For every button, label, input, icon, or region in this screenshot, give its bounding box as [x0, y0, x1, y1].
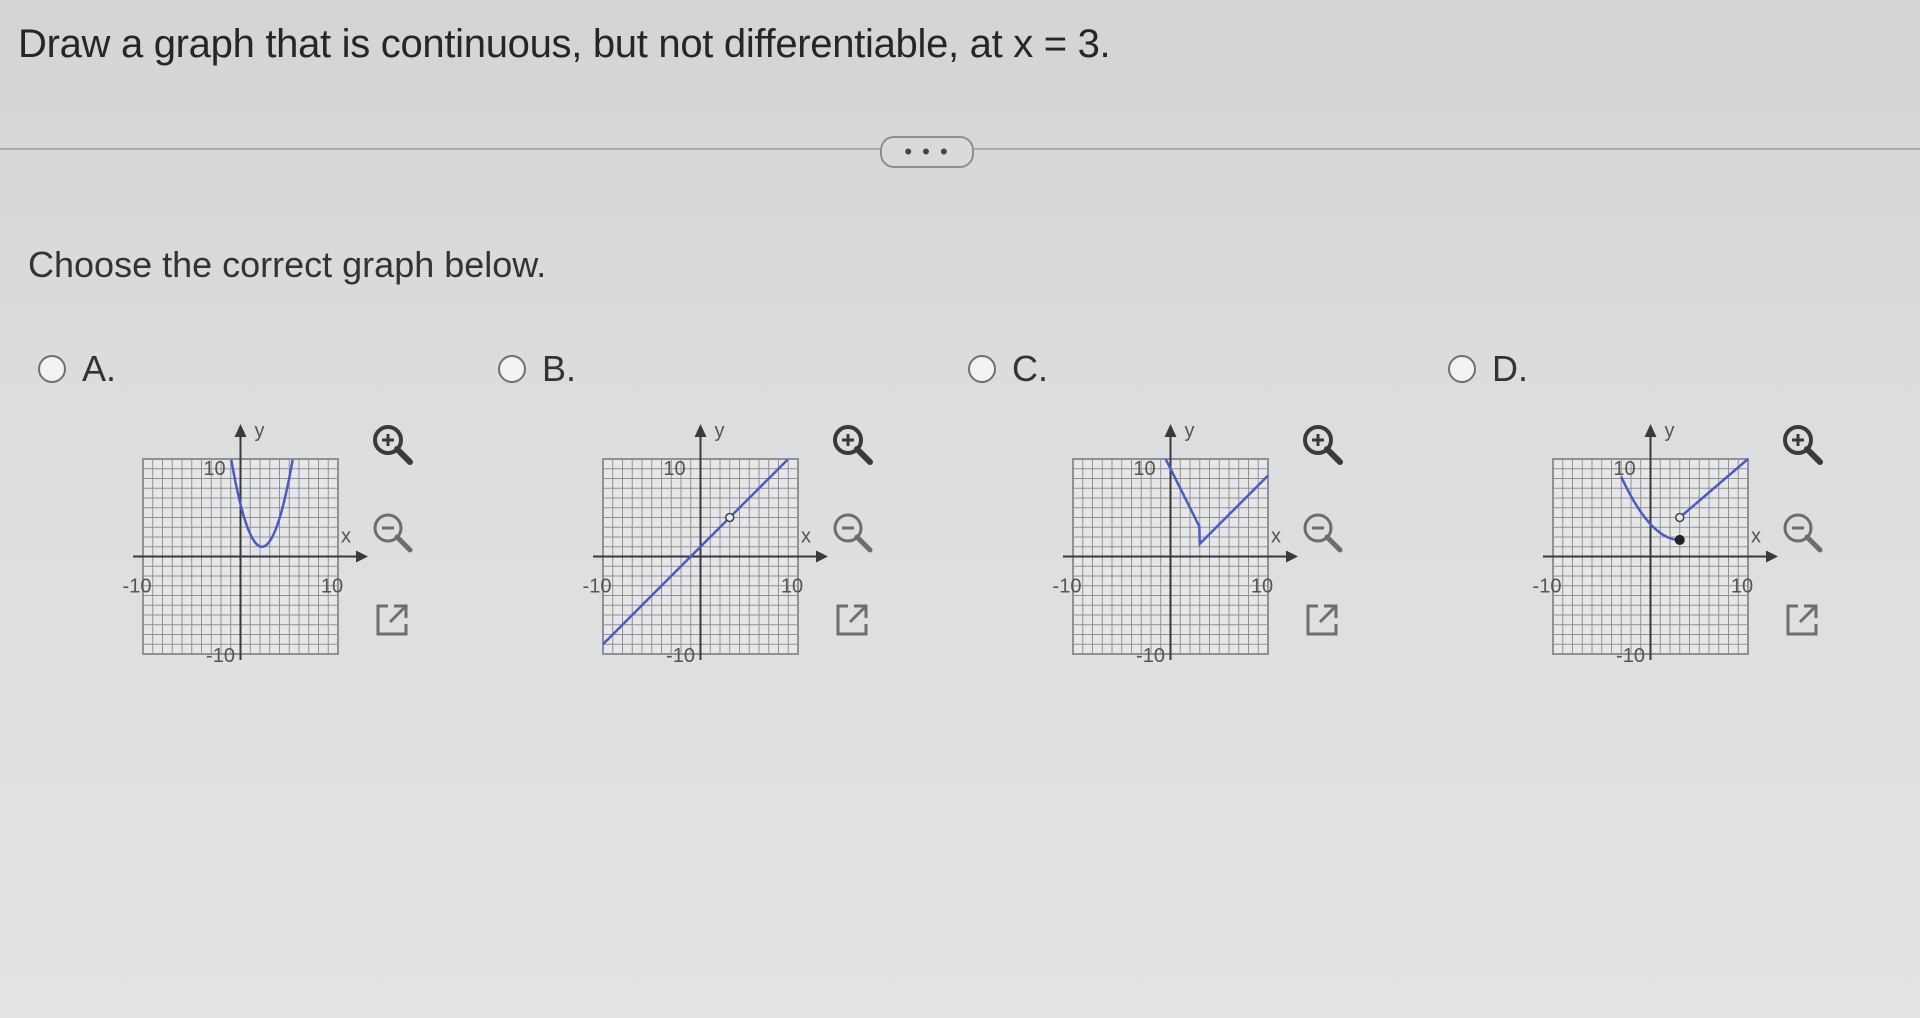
x-axis-arrow — [816, 550, 828, 563]
zoom-in-icon[interactable] — [1778, 420, 1826, 468]
tools-a — [368, 420, 428, 684]
x-tick-min: -10 — [123, 576, 152, 598]
radio-a[interactable] — [38, 355, 66, 383]
option-a[interactable]: A. y x 10 -10 -10 10 — [38, 348, 478, 688]
zoom-out-icon[interactable] — [368, 508, 416, 556]
x-tick-max: 10 — [321, 576, 343, 598]
y-tick-max: 10 — [1613, 458, 1635, 480]
x-tick-min: -10 — [1053, 576, 1082, 598]
y-tick-min: -10 — [206, 645, 235, 667]
y-axis-label: y — [1665, 420, 1675, 442]
graph-a: y x 10 -10 -10 10 — [123, 420, 368, 667]
x-axis-arrow — [1286, 550, 1298, 563]
x-axis-label: x — [801, 526, 811, 548]
y-tick-max: 10 — [1133, 458, 1155, 480]
x-axis-label: x — [341, 526, 351, 548]
x-axis-arrow — [356, 550, 368, 563]
x-tick-max: 10 — [1731, 576, 1753, 598]
open-point — [725, 512, 735, 523]
radio-d[interactable] — [1448, 355, 1476, 383]
x-tick-min: -10 — [583, 576, 612, 598]
graph-c: y x 10 -10 -10 10 — [1053, 420, 1298, 667]
y-axis-label: y — [1185, 420, 1195, 442]
option-b[interactable]: B. y x 10 -10 -10 10 — [498, 348, 938, 688]
closed-point — [1674, 534, 1685, 545]
open-in-new-icon[interactable] — [1298, 596, 1346, 644]
option-label-a: A. — [82, 348, 117, 389]
zoom-out-icon[interactable] — [828, 508, 876, 556]
y-axis-arrow — [694, 424, 707, 437]
more-button[interactable]: • • • — [880, 136, 974, 168]
option-label-b: B. — [542, 348, 577, 389]
y-tick-max: 10 — [663, 458, 685, 480]
y-tick-max: 10 — [203, 458, 225, 480]
y-axis-arrow — [1164, 424, 1177, 437]
open-in-new-icon[interactable] — [368, 596, 416, 644]
open-point — [1675, 512, 1685, 523]
x-axis-arrow — [1766, 550, 1778, 563]
x-tick-max: 10 — [781, 576, 803, 598]
open-in-new-icon[interactable] — [1778, 596, 1826, 644]
zoom-out-icon[interactable] — [1778, 508, 1826, 556]
option-d[interactable]: D. y x 10 -10 -10 10 — [1448, 348, 1888, 688]
radio-b[interactable] — [498, 355, 526, 383]
graph-d: y x 10 -10 -10 10 — [1533, 420, 1778, 667]
y-tick-min: -10 — [666, 645, 695, 667]
y-axis-arrow — [234, 424, 247, 437]
zoom-in-icon[interactable] — [368, 420, 416, 468]
question-text: Draw a graph that is continuous, but not… — [18, 22, 1111, 66]
y-axis-label: y — [715, 420, 725, 442]
tools-d — [1778, 420, 1838, 684]
prompt-text: Choose the correct graph below. — [28, 244, 547, 285]
graph-b: y x 10 -10 -10 10 — [583, 420, 828, 667]
tools-c — [1298, 420, 1358, 684]
y-tick-min: -10 — [1136, 645, 1165, 667]
radio-c[interactable] — [968, 355, 996, 383]
zoom-in-icon[interactable] — [828, 420, 876, 468]
tools-b — [828, 420, 888, 684]
x-tick-min: -10 — [1533, 576, 1562, 598]
y-tick-min: -10 — [1616, 645, 1645, 667]
option-c[interactable]: C. y x 10 -10 -10 10 — [968, 348, 1408, 688]
zoom-out-icon[interactable] — [1298, 508, 1346, 556]
open-in-new-icon[interactable] — [828, 596, 876, 644]
x-tick-max: 10 — [1251, 576, 1273, 598]
y-axis-label: y — [255, 420, 265, 442]
option-label-c: C. — [1012, 348, 1048, 389]
zoom-in-icon[interactable] — [1298, 420, 1346, 468]
y-axis-arrow — [1644, 424, 1657, 437]
x-axis-label: x — [1271, 526, 1281, 548]
option-label-d: D. — [1492, 348, 1528, 389]
x-axis-label: x — [1751, 526, 1761, 548]
